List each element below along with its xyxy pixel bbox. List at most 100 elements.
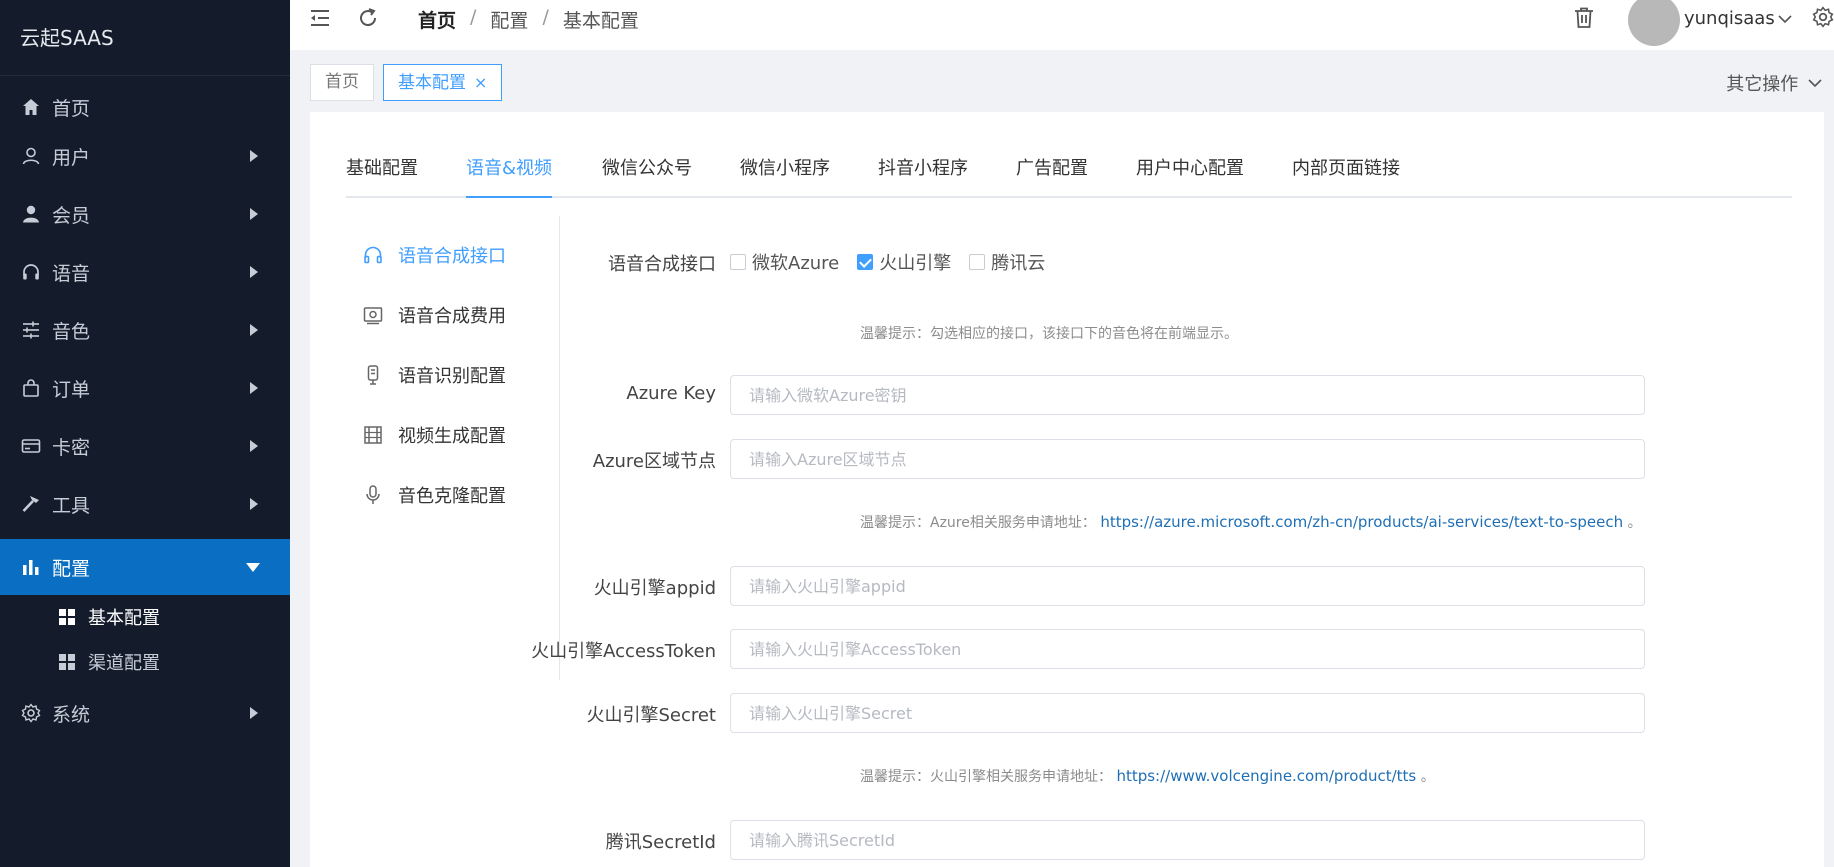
tab-wechat-miniprogram[interactable]: 微信小程序 [740, 150, 830, 198]
page-tab-label: 首页 [325, 72, 359, 92]
side-menu-label: 语音合成接口 [398, 246, 506, 267]
checkbox-label: 火山引擎 [879, 253, 952, 274]
page-tabs-bar: 首页 基本配置 × 其它操作 [290, 50, 1834, 110]
caret-right-icon [250, 440, 258, 452]
volc-token-label: 火山引擎AccessToken [531, 641, 716, 662]
sidebar-item-label: 订单 [52, 378, 91, 401]
sidebar-item-home[interactable]: 首页 [0, 79, 290, 135]
tab-internal-links[interactable]: 内部页面链接 [1292, 150, 1400, 198]
caret-right-icon [250, 498, 258, 510]
sidebar-item-member[interactable]: 会员 [0, 186, 290, 242]
side-menu-label: 音色克隆配置 [398, 486, 506, 507]
sidebar-item-orders[interactable]: 订单 [0, 360, 290, 416]
caret-down-icon [246, 563, 260, 572]
sidebar-subitem-channel-config[interactable]: 渠道配置 [0, 640, 290, 684]
volc-link[interactable]: https://www.volcengine.com/product/tts [1116, 767, 1416, 785]
menu-fold-icon[interactable] [308, 6, 332, 30]
sidebar-item-voice[interactable]: 语音 [0, 244, 290, 300]
azure-region-input[interactable] [730, 439, 1645, 479]
avatar[interactable] [1628, 0, 1680, 46]
chevron-down-icon [1808, 79, 1822, 88]
card-icon [20, 435, 42, 457]
page-tab-label: 基本配置 [398, 73, 466, 93]
page-tab-basic-config[interactable]: 基本配置 × [383, 64, 503, 101]
other-operations-dropdown[interactable]: 其它操作 [1726, 70, 1822, 96]
checkbox-box[interactable] [730, 254, 746, 270]
sidebar-item-label: 音色 [52, 320, 91, 343]
sidebar-item-system[interactable]: 系统 [0, 685, 290, 741]
sidebar-item-tools[interactable]: 工具 [0, 476, 290, 532]
azure-key-input[interactable] [730, 375, 1645, 415]
sidebar-item-label: 首页 [52, 97, 91, 120]
side-menu-video-config[interactable]: 视频生成配置 [346, 410, 560, 460]
sliders-icon [20, 319, 42, 341]
checkbox-label: 微软Azure [752, 253, 840, 274]
tab-wechat-official[interactable]: 微信公众号 [602, 150, 692, 198]
page-tab-home[interactable]: 首页 [310, 64, 374, 101]
azure-hint: 温馨提示：Azure相关服务申请地址： https://azure.micros… [860, 512, 1642, 532]
brand-title: 云起SAAS [0, 0, 290, 76]
caret-right-icon [250, 150, 258, 162]
tts-interface-label: 语音合成接口 [608, 254, 716, 275]
tencent-secret-id-label: 腾讯SecretId [605, 832, 716, 853]
side-menu-asr-config[interactable]: 语音识别配置 [346, 350, 560, 400]
volc-hint-text: 温馨提示：火山引擎相关服务申请地址： [860, 769, 1112, 785]
volc-hint: 温馨提示：火山引擎相关服务申请地址： https://www.volcengin… [860, 766, 1435, 786]
film-icon [364, 426, 382, 444]
checkbox-label: 腾讯云 [991, 253, 1046, 274]
volc-hint-suffix: 。 [1420, 769, 1435, 785]
grid-icon [59, 654, 75, 670]
caret-right-icon [250, 382, 258, 394]
tab-basic[interactable]: 基础配置 [346, 150, 418, 198]
sidebar-item-label: 用户 [52, 146, 91, 169]
tab-douyin-miniprogram[interactable]: 抖音小程序 [878, 150, 968, 198]
volc-token-input[interactable] [730, 629, 1645, 669]
azure-link[interactable]: https://azure.microsoft.com/zh-cn/produc… [1100, 513, 1623, 531]
tts-interface-row: 语音合成接口 微软Azure 火山引擎 腾讯云 [560, 242, 1810, 282]
settings-gear-icon[interactable] [1812, 6, 1834, 28]
sidebar-item-config[interactable]: 配置 [0, 539, 290, 595]
tts-interface-options: 微软Azure 火山引擎 腾讯云 [730, 242, 1063, 282]
sidebar-item-label: 配置 [52, 557, 91, 580]
trash-icon[interactable] [1572, 6, 1596, 30]
volc-appid-input[interactable] [730, 566, 1645, 606]
shopping-bag-icon [20, 377, 42, 399]
sidebar-item-timbre[interactable]: 音色 [0, 302, 290, 358]
side-menu-label: 语音识别配置 [398, 366, 506, 387]
tencent-secret-id-input[interactable] [730, 820, 1645, 860]
sidebar-item-label: 系统 [52, 703, 91, 726]
checkbox-azure[interactable]: 微软Azure [730, 249, 839, 275]
recorder-icon [367, 365, 379, 385]
azure-key-row: Azure Key [560, 375, 1810, 415]
volc-secret-row: 火山引擎Secret [560, 693, 1810, 733]
sidebar-item-user[interactable]: 用户 [0, 128, 290, 184]
caret-right-icon [250, 208, 258, 220]
headphones-icon [20, 261, 42, 283]
tab-user-center[interactable]: 用户中心配置 [1136, 150, 1244, 198]
volc-secret-input[interactable] [730, 693, 1645, 733]
checkbox-tencent[interactable]: 腾讯云 [969, 249, 1045, 275]
breadcrumb-home[interactable]: 首页 [418, 6, 456, 33]
top-bar: 首页 / 配置 / 基本配置 yunqisaas [290, 0, 1834, 50]
checkbox-box[interactable] [857, 254, 874, 270]
side-menu-tts-fee[interactable]: 语音合成费用 [346, 290, 560, 340]
side-menu-tts-interface[interactable]: 语音合成接口 [346, 230, 560, 280]
side-menu-voice-clone[interactable]: 音色克隆配置 [346, 470, 560, 520]
tab-ads[interactable]: 广告配置 [1016, 150, 1088, 198]
bar-chart-icon [20, 556, 42, 578]
chevron-down-icon[interactable] [1778, 12, 1792, 26]
fee-icon [363, 307, 383, 325]
tencent-secret-id-row: 腾讯SecretId [560, 820, 1810, 860]
sidebar: 云起SAAS 首页 用户 会员 语音 音色 订单 卡密 工具 配置 基本配置 渠… [0, 0, 290, 867]
sidebar-item-label: 会员 [52, 204, 91, 227]
sidebar-subitem-basic-config[interactable]: 基本配置 [0, 595, 290, 639]
username[interactable]: yunqisaas [1684, 8, 1775, 29]
caret-right-icon [250, 707, 258, 719]
checkbox-box[interactable] [969, 254, 986, 270]
sidebar-item-card-key[interactable]: 卡密 [0, 418, 290, 474]
tab-voice-video[interactable]: 语音&视频 [466, 150, 553, 198]
main-card: 基础配置 语音&视频 微信公众号 微信小程序 抖音小程序 广告配置 用户中心配置… [310, 112, 1824, 867]
checkbox-volcengine[interactable]: 火山引擎 [857, 249, 951, 275]
close-icon[interactable]: × [474, 73, 487, 92]
refresh-icon[interactable] [356, 6, 380, 30]
